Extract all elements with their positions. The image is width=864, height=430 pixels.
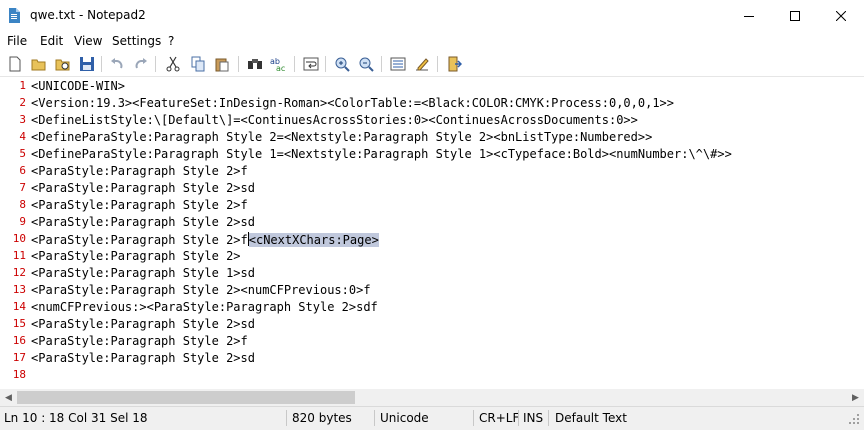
close-button[interactable]: [818, 0, 864, 31]
minimize-button[interactable]: [726, 0, 772, 31]
scroll-right-icon[interactable]: ▶: [847, 389, 864, 406]
code-line[interactable]: <ParaStyle:Paragraph Style 2>f: [31, 198, 248, 212]
text-selection[interactable]: <cNextXChars:Page>: [248, 233, 379, 247]
status-separator: [286, 410, 287, 426]
toolbar-separator: [155, 56, 156, 72]
code-line[interactable]: <ParaStyle:Paragraph Style 2>f: [31, 334, 248, 348]
line-number: 6: [19, 164, 26, 177]
code-line[interactable]: <ParaStyle:Paragraph Style 2>sd: [31, 317, 255, 331]
line-number: 17: [12, 351, 26, 364]
status-insert-mode[interactable]: INS: [523, 411, 543, 425]
status-separator: [518, 410, 519, 426]
menu-file[interactable]: File: [7, 34, 27, 48]
new-file-icon[interactable]: [5, 54, 25, 74]
code-line-current[interactable]: <ParaStyle:Paragraph Style 2>f<cNextXCha…: [31, 232, 379, 247]
menu-help[interactable]: ?: [168, 34, 174, 48]
status-position: Ln 10 : 18 Col 31 Sel 18: [4, 411, 148, 425]
line-number: 7: [19, 181, 26, 194]
status-separator: [374, 410, 375, 426]
code-line[interactable]: <ParaStyle:Paragraph Style 2>f: [31, 164, 248, 178]
text-editor[interactable]: 1 2 3 4 5 6 7 8 9 10 11 12 13 14 15 16 1…: [0, 77, 864, 388]
line-number: 15: [12, 317, 26, 330]
zoom-out-icon[interactable]: [356, 54, 376, 74]
menu-settings[interactable]: Settings: [112, 34, 161, 48]
schemes-icon[interactable]: [388, 54, 408, 74]
line-number: 16: [12, 334, 26, 347]
line-number: 4: [19, 130, 26, 143]
line-number: 1: [19, 79, 26, 92]
status-separator: [548, 410, 549, 426]
toolbar: ab ac: [0, 51, 864, 77]
code-line[interactable]: <DefineParaStyle:Paragraph Style 2=<Next…: [31, 130, 652, 144]
find-icon[interactable]: [245, 54, 265, 74]
toolbar-separator: [238, 56, 239, 72]
zoom-in-icon[interactable]: [332, 54, 352, 74]
toolbar-separator: [101, 56, 102, 72]
horizontal-scroll-thumb[interactable]: [17, 391, 355, 404]
customize-schemes-icon[interactable]: [412, 54, 432, 74]
status-separator: [473, 410, 474, 426]
line-number: 10: [12, 232, 26, 245]
line-number: 3: [19, 113, 26, 126]
scroll-left-icon[interactable]: ◀: [0, 389, 17, 406]
word-wrap-icon[interactable]: [301, 54, 321, 74]
toolbar-separator: [437, 56, 438, 72]
code-line-text: <ParaStyle:Paragraph Style 2>f: [31, 233, 248, 247]
toolbar-separator: [381, 56, 382, 72]
cut-icon[interactable]: [163, 54, 183, 74]
paste-icon[interactable]: [212, 54, 232, 74]
horizontal-scrollbar[interactable]: ◀ ▶: [0, 389, 864, 406]
open-file-icon[interactable]: [29, 54, 49, 74]
line-number: 13: [12, 283, 26, 296]
toolbar-separator: [325, 56, 326, 72]
line-number: 18: [12, 368, 26, 381]
copy-icon[interactable]: [188, 54, 208, 74]
code-line[interactable]: <UNICODE-WIN>: [31, 79, 125, 93]
code-line[interactable]: <numCFPrevious:><ParaStyle:Paragraph Sty…: [31, 300, 378, 314]
code-line[interactable]: <ParaStyle:Paragraph Style 2><numCFPrevi…: [31, 283, 371, 297]
line-number: 14: [12, 300, 26, 313]
title-bar[interactable]: qwe.txt - Notepad2: [0, 0, 864, 31]
code-line[interactable]: <ParaStyle:Paragraph Style 2>sd: [31, 215, 255, 229]
line-number: 11: [12, 249, 26, 262]
code-line[interactable]: <ParaStyle:Paragraph Style 2>sd: [31, 351, 255, 365]
line-number: 12: [12, 266, 26, 279]
line-number-gutter: 1 2 3 4 5 6 7 8 9 10 11 12 13 14 15 16 1…: [0, 77, 29, 388]
code-line[interactable]: <DefineParaStyle:Paragraph Style 1=<Next…: [31, 147, 732, 161]
replace-icon[interactable]: ab ac: [269, 54, 289, 74]
toolbar-separator: [294, 56, 295, 72]
code-line[interactable]: <ParaStyle:Paragraph Style 2>: [31, 249, 241, 263]
maximize-button[interactable]: [772, 0, 818, 31]
status-scheme[interactable]: Default Text: [555, 411, 627, 425]
code-line[interactable]: <ParaStyle:Paragraph Style 1>sd: [31, 266, 255, 280]
line-number: 2: [19, 96, 26, 109]
status-line-endings[interactable]: CR+LF: [479, 411, 519, 425]
redo-icon[interactable]: [131, 54, 151, 74]
line-number: 8: [19, 198, 26, 211]
undo-icon[interactable]: [107, 54, 127, 74]
status-encoding[interactable]: Unicode: [380, 411, 429, 425]
code-line[interactable]: <Version:19.3><FeatureSet:InDesign-Roman…: [31, 96, 674, 110]
window-title: qwe.txt - Notepad2: [30, 8, 146, 22]
menu-edit[interactable]: Edit: [40, 34, 63, 48]
status-bar: Ln 10 : 18 Col 31 Sel 18 820 bytes Unico…: [0, 406, 864, 430]
browse-icon[interactable]: [53, 54, 73, 74]
notepad-app-icon: [8, 8, 20, 23]
line-number: 5: [19, 147, 26, 160]
svg-text:ac: ac: [276, 64, 285, 72]
code-line[interactable]: <ParaStyle:Paragraph Style 2>sd: [31, 181, 255, 195]
menu-view[interactable]: View: [74, 34, 102, 48]
resize-grip-icon[interactable]: [848, 413, 860, 428]
status-size: 820 bytes: [292, 411, 352, 425]
line-number: 9: [19, 215, 26, 228]
code-line[interactable]: <DefineListStyle:\[Default\]=<ContinuesA…: [31, 113, 638, 127]
save-icon[interactable]: [77, 54, 97, 74]
exit-icon[interactable]: [444, 54, 464, 74]
menu-bar: File Edit View Settings ?: [0, 31, 864, 51]
